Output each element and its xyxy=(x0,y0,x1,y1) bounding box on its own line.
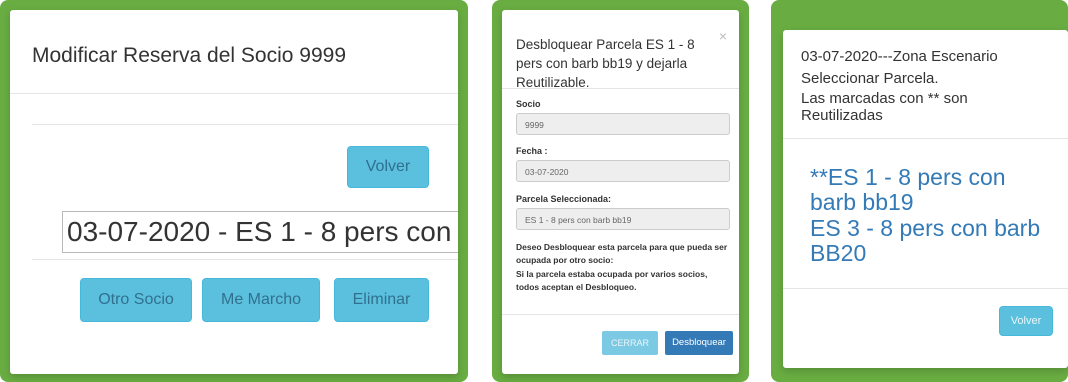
me-marcho-button[interactable]: Me Marcho xyxy=(202,278,320,322)
reserva-field[interactable]: 03-07-2020 - ES 1 - 8 pers con barb bb19 xyxy=(62,211,458,253)
divider xyxy=(32,259,458,260)
panel-seleccionar-parcela: 03-07-2020---Zona Escenario Seleccionar … xyxy=(771,0,1068,382)
date-zone-heading: 03-07-2020---Zona Escenario xyxy=(801,48,998,65)
close-icon[interactable]: × xyxy=(719,28,727,44)
modal-card: Desbloquear Parcela ES 1 - 8 pers con ba… xyxy=(502,10,739,374)
modal-title: Desbloquear Parcela ES 1 - 8 pers con ba… xyxy=(516,37,695,90)
fecha-field[interactable]: 03-07-2020 xyxy=(516,160,730,182)
divider xyxy=(783,288,1068,289)
parcela-option-es1[interactable]: **ES 1 - 8 pers con barb bb19 xyxy=(810,165,1040,215)
select-heading: Seleccionar Parcela. xyxy=(801,70,939,87)
divider xyxy=(502,88,739,89)
fecha-label: Fecha : xyxy=(516,146,548,156)
eliminar-button[interactable]: Eliminar xyxy=(334,278,429,322)
panel-desbloquear-parcela: Desbloquear Parcela ES 1 - 8 pers con ba… xyxy=(492,0,749,382)
parcela-label: Parcela Seleccionada: xyxy=(516,194,612,204)
socio-field[interactable]: 9999 xyxy=(516,113,730,135)
parcela-field[interactable]: ES 1 - 8 pers con barb bb19 xyxy=(516,208,730,230)
cerrar-button[interactable]: CERRAR xyxy=(602,331,658,355)
volver-button[interactable]: Volver xyxy=(999,306,1053,336)
modal-card: 03-07-2020---Zona Escenario Seleccionar … xyxy=(783,30,1068,368)
divider xyxy=(32,124,458,125)
reutilizadas-note: Las marcadas con ** son Reutilizadas xyxy=(801,90,968,124)
desbloqueo-warning: Si la parcela estaba ocupada por varios … xyxy=(516,269,708,292)
parcela-option-es3[interactable]: ES 3 - 8 pers con barb BB20 xyxy=(810,216,1060,266)
modal-card: Modificar Reserva del Socio 9999 Volver … xyxy=(10,10,458,374)
divider xyxy=(10,93,458,94)
otro-socio-button[interactable]: Otro Socio xyxy=(80,278,192,322)
divider xyxy=(502,314,739,315)
socio-label: Socio xyxy=(516,99,541,109)
volver-button[interactable]: Volver xyxy=(347,146,429,188)
desbloqueo-note: Deseo Desbloquear esta parcela para que … xyxy=(516,242,728,265)
divider xyxy=(783,138,1068,139)
modal-title: Modificar Reserva del Socio 9999 xyxy=(32,44,346,67)
desbloquear-button[interactable]: Desbloquear xyxy=(665,331,733,355)
panel-modificar-reserva: Modificar Reserva del Socio 9999 Volver … xyxy=(0,0,468,382)
